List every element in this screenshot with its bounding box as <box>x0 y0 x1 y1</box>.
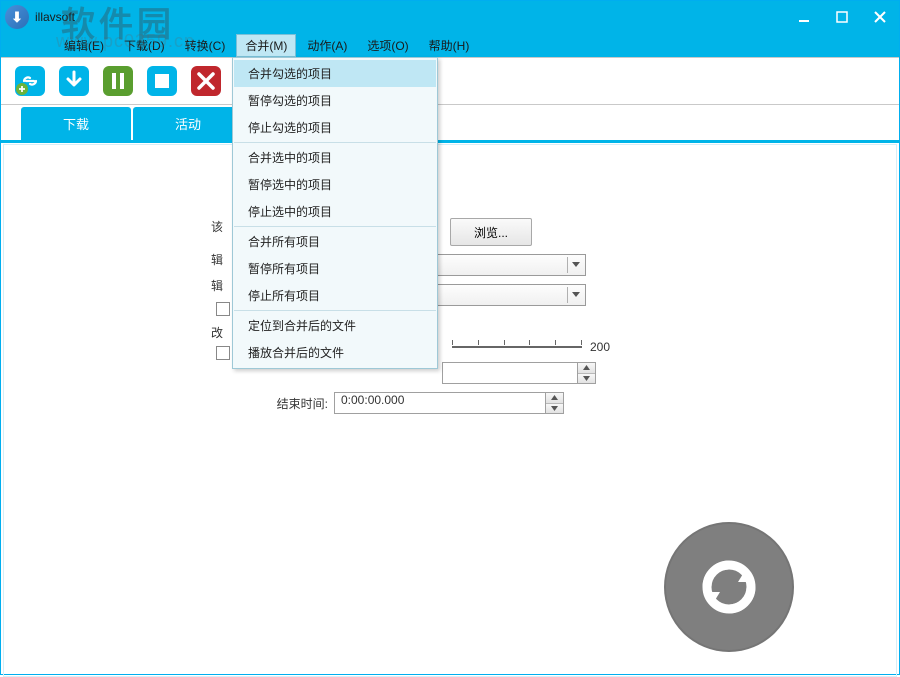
menu-entry-stop-checked[interactable]: 停止勾选的项目 <box>234 114 436 141</box>
maximize-button[interactable] <box>823 1 861 33</box>
menu-entry-merge-all[interactable]: 合并所有项目 <box>234 228 436 255</box>
chevron-down-icon <box>567 257 583 273</box>
content-panel: 该 辑 辑 改 浏览... <box>3 144 897 677</box>
spin-down-icon <box>546 404 563 414</box>
tabs: 下载 活动 <box>1 105 899 143</box>
convert-action-button[interactable] <box>664 522 794 652</box>
menu-entry-play-merged[interactable]: 播放合并后的文件 <box>234 339 436 366</box>
titlebar: ⬇ illavsoft 软件园 www.pc0359.cn <box>1 1 899 33</box>
menu-entry-merge-checked[interactable]: 合并勾选的项目 <box>234 60 436 87</box>
menu-download[interactable]: 下载(D) <box>115 34 174 57</box>
tab-download[interactable]: 下载 <box>21 107 131 140</box>
slider-value: 200 <box>590 340 610 354</box>
peek-label-2: 辑 <box>211 251 223 268</box>
minimize-button[interactable] <box>785 1 823 33</box>
menu-entry-stop-selected[interactable]: 停止选中的项目 <box>234 198 436 225</box>
menu-entry-locate-merged[interactable]: 定位到合并后的文件 <box>234 312 436 339</box>
toolbar <box>1 57 899 105</box>
end-time-label: 结束时间: <box>134 395 334 412</box>
menu-convert[interactable]: 转换(C) <box>176 34 235 57</box>
add-link-button[interactable] <box>11 62 49 100</box>
menu-options[interactable]: 选项(O) <box>358 34 417 57</box>
checkbox-stub[interactable] <box>216 302 230 316</box>
menu-entry-stop-all[interactable]: 停止所有项目 <box>234 282 436 309</box>
peek-label-5: 改 <box>211 324 223 341</box>
chevron-down-icon <box>567 287 583 303</box>
delete-button[interactable] <box>187 62 225 100</box>
stop-button[interactable] <box>143 62 181 100</box>
start-time-input[interactable] <box>442 362 578 384</box>
end-time-input[interactable]: 0:00:00.000 <box>334 392 546 414</box>
menu-edit[interactable]: 编辑(E) <box>55 34 113 57</box>
end-time-spinner[interactable] <box>546 392 564 414</box>
slider[interactable] <box>452 346 582 348</box>
app-logo-icon: ⬇ <box>5 5 29 29</box>
menu-help[interactable]: 帮助(H) <box>420 34 479 57</box>
menu-entry-merge-selected[interactable]: 合并选中的项目 <box>234 144 436 171</box>
download-button[interactable] <box>55 62 93 100</box>
checkbox-stub-2[interactable] <box>216 346 230 360</box>
merge-dropdown-menu: 合并勾选的项目 暂停勾选的项目 停止勾选的项目 合并选中的项目 暂停选中的项目 … <box>232 57 438 369</box>
menu-entry-pause-all[interactable]: 暂停所有项目 <box>234 255 436 282</box>
app-title: illavsoft <box>35 10 75 24</box>
peek-label-3: 辑 <box>211 277 223 294</box>
pause-button[interactable] <box>99 62 137 100</box>
browse-button[interactable]: 浏览... <box>450 218 532 246</box>
peek-label-1: 该 <box>211 218 223 235</box>
app-window: ⬇ illavsoft 软件园 www.pc0359.cn 编辑(E) 下载(D… <box>0 0 900 675</box>
refresh-icon <box>698 556 760 618</box>
spin-up-icon <box>578 363 595 374</box>
menu-entry-pause-selected[interactable]: 暂停选中的项目 <box>234 171 436 198</box>
start-time-spinner[interactable] <box>578 362 596 384</box>
menu-entry-pause-checked[interactable]: 暂停勾选的项目 <box>234 87 436 114</box>
spin-up-icon <box>546 393 563 404</box>
close-button[interactable] <box>861 1 899 33</box>
menubar: 编辑(E) 下载(D) 转换(C) 合并(M) 动作(A) 选项(O) 帮助(H… <box>1 33 899 57</box>
menu-merge[interactable]: 合并(M) <box>236 34 296 57</box>
menu-action[interactable]: 动作(A) <box>298 34 356 57</box>
spin-down-icon <box>578 374 595 384</box>
tab-activity[interactable]: 活动 <box>133 107 243 140</box>
